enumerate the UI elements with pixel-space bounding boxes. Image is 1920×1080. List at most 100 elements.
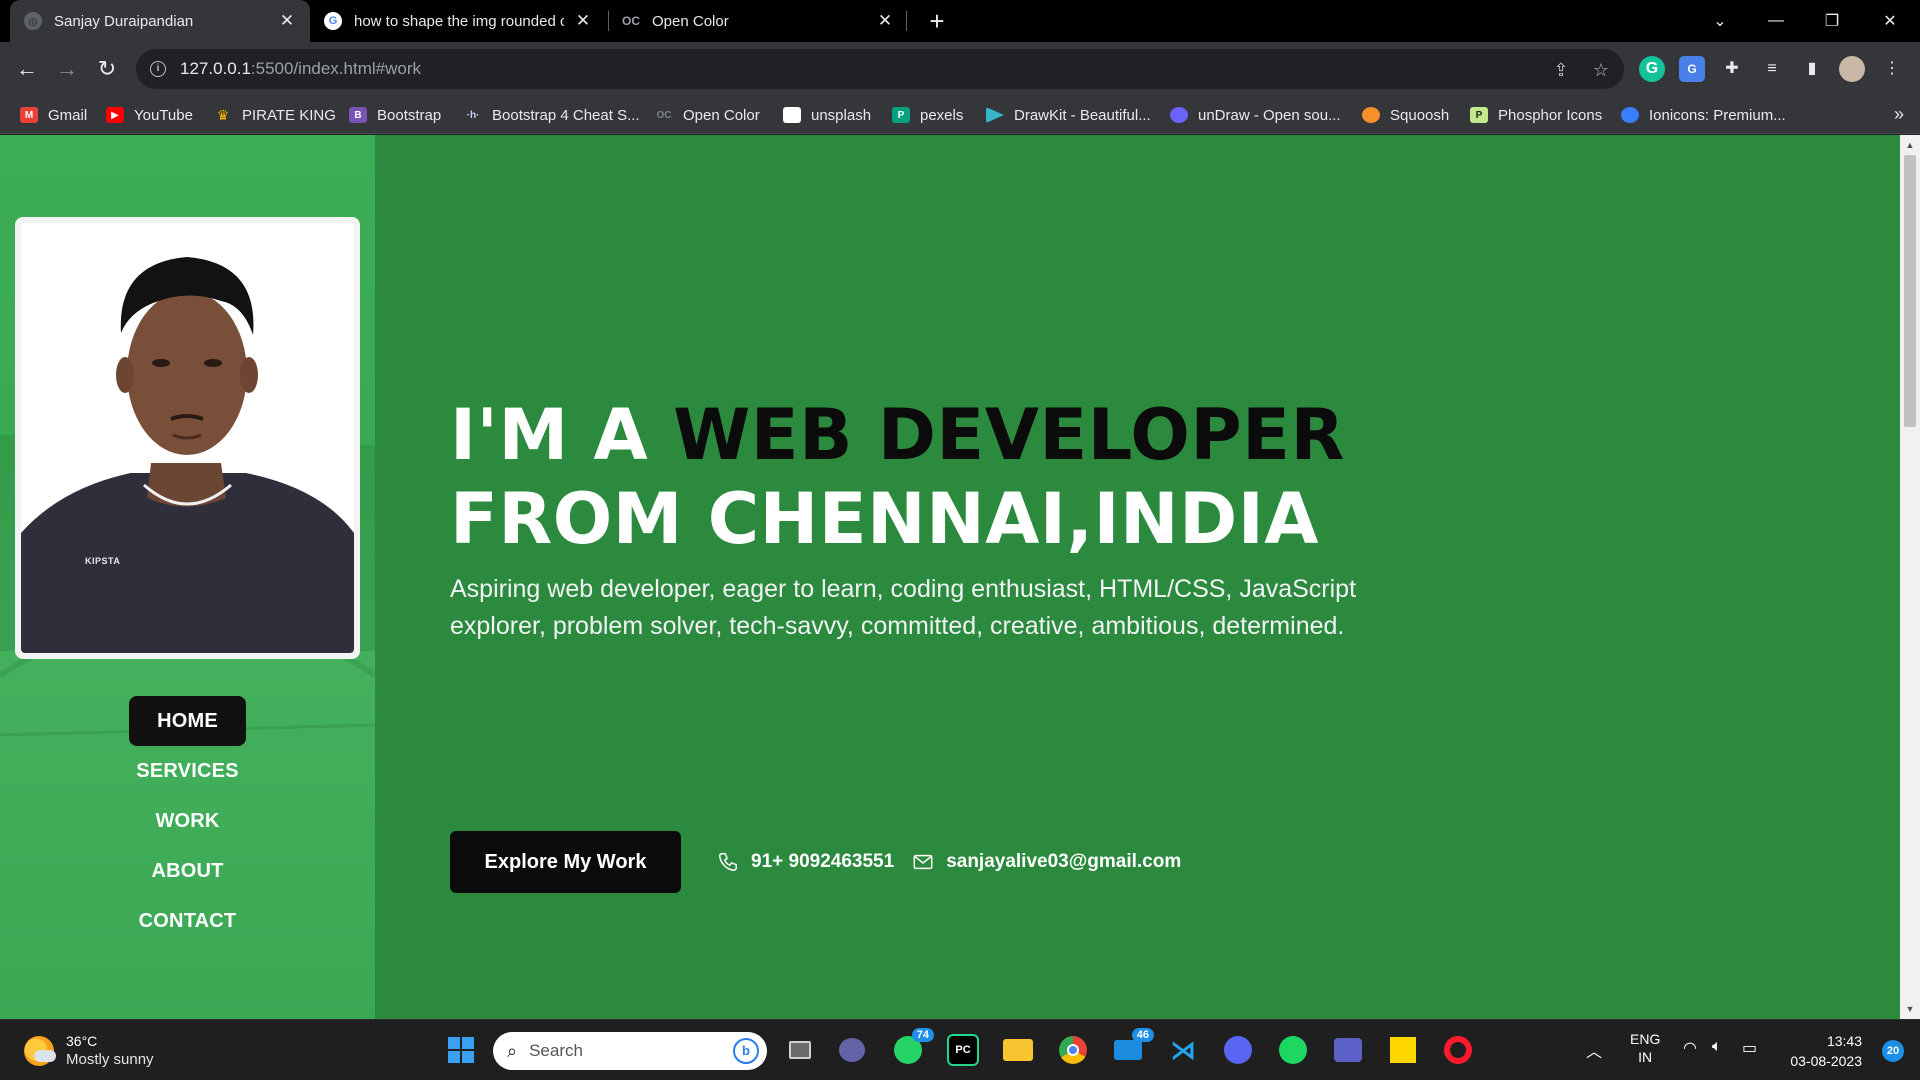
nav-contact[interactable]: CONTACT <box>0 896 375 946</box>
close-window-button[interactable]: ✕ <box>1862 0 1918 42</box>
file-explorer-icon[interactable] <box>1002 1034 1034 1066</box>
bookmark-label: Squoosh <box>1390 106 1450 124</box>
close-tab-icon[interactable]: ✕ <box>876 11 894 31</box>
squoosh-icon <box>1362 107 1380 123</box>
bookmark-drawkit[interactable]: DrawKit - Beautiful... <box>986 104 1151 126</box>
vscode-icon[interactable]: ⋊ <box>1167 1034 1199 1066</box>
windows-taskbar: 36°C Mostly sunny ⌕ Search b 74 PC 46 ⋊ … <box>0 1019 1920 1080</box>
weather-sun-icon <box>24 1035 56 1066</box>
phone-contact[interactable]: 91+ 9092463551 <box>717 851 894 873</box>
volume-icon[interactable]: 🔈︎ <box>1712 1038 1722 1056</box>
extensions-puzzle-icon[interactable]: ✚ <box>1719 56 1745 82</box>
tab-open-color[interactable]: OC Open Color ✕ <box>608 0 908 42</box>
windows-start-icon[interactable] <box>445 1034 477 1066</box>
chrome-icon[interactable] <box>1057 1034 1089 1066</box>
new-tab-button[interactable]: + <box>922 6 952 36</box>
system-clock[interactable]: 13:43 03-08-2023 <box>1790 1031 1862 1071</box>
scrollbar-thumb[interactable] <box>1904 155 1916 427</box>
teams-chat-icon[interactable] <box>836 1034 868 1066</box>
pycharm-icon[interactable]: PC <box>947 1034 979 1066</box>
nav-services[interactable]: SERVICES <box>0 746 375 796</box>
chrome-menu-icon[interactable]: ⋮ <box>1879 56 1905 82</box>
bookmark-pirate-king[interactable]: ♛ PIRATE KING <box>214 104 336 126</box>
tab-sanjay-duraipandian[interactable]: ◍ Sanjay Duraipandian ✕ <box>10 0 310 42</box>
taskbar-search[interactable]: ⌕ Search b <box>493 1032 767 1070</box>
search-icon: ⌕ <box>507 1040 518 1061</box>
mail-icon <box>913 854 933 870</box>
opera-icon[interactable] <box>1442 1034 1474 1066</box>
bing-icon: b <box>733 1038 759 1064</box>
side-panel-icon[interactable]: ▮ <box>1799 56 1825 82</box>
hero-tagline: Aspiring web developer, eager to learn, … <box>450 575 1357 640</box>
bookmark-squoosh[interactable]: Squoosh <box>1362 104 1449 126</box>
tab-google-search[interactable]: G how to shape the img rounded c ✕ <box>310 0 606 42</box>
task-view-icon[interactable] <box>784 1034 816 1066</box>
bookmark-pexels[interactable]: Ppexels <box>892 104 963 126</box>
bookmark-phosphor[interactable]: P Phosphor Icons <box>1470 104 1602 126</box>
bookmark-bootstrap[interactable]: B Bootstrap <box>349 104 441 126</box>
restore-button[interactable]: ❐ <box>1804 0 1860 42</box>
email-address: sanjayalive03@gmail.com <box>946 851 1182 872</box>
mail-icon[interactable]: 46 <box>1112 1028 1154 1066</box>
scroll-up-icon[interactable]: ▲ <box>1900 137 1920 153</box>
back-arrow-icon[interactable]: ← <box>12 54 42 84</box>
teams-icon[interactable] <box>1332 1034 1364 1066</box>
bookmark-label: Phosphor Icons <box>1498 106 1603 124</box>
language-indicator[interactable]: ENG IN <box>1630 1030 1660 1066</box>
weather-widget[interactable]: 36°C Mostly sunny <box>24 1032 154 1069</box>
tab-title: how to shape the img rounded c <box>354 12 564 30</box>
email-contact[interactable]: sanjayalive03@gmail.com <box>912 851 1181 873</box>
nav-work[interactable]: WORK <box>0 796 375 846</box>
bookmark-open-color[interactable]: OC Open Color <box>655 104 760 126</box>
notification-count-badge[interactable]: 20 <box>1882 1040 1904 1062</box>
show-hidden-icons-chevron[interactable]: ︿ <box>1586 1038 1602 1062</box>
explore-work-button[interactable]: Explore My Work <box>450 831 681 893</box>
bookmark-unsplash[interactable]: unsplash <box>783 104 871 126</box>
minimize-button[interactable]: — <box>1748 0 1804 42</box>
profile-avatar[interactable] <box>1839 56 1865 82</box>
tab-separator <box>906 11 907 31</box>
gmail-icon: M <box>20 107 38 123</box>
close-tab-icon[interactable]: ✕ <box>574 11 592 31</box>
bookmark-bootstrap-cheat[interactable]: ·h· Bootstrap 4 Cheat S... <box>464 104 640 126</box>
url-text[interactable]: 127.0.0.1:5500/index.html#work <box>180 59 421 79</box>
site-info-icon[interactable]: i <box>150 61 166 77</box>
profile-photo-frame: KIPSTA <box>15 217 360 659</box>
reload-icon[interactable]: ↻ <box>92 54 122 84</box>
bookmark-undraw[interactable]: unDraw - Open sou... <box>1170 104 1341 126</box>
scroll-down-icon[interactable]: ▼ <box>1900 1001 1920 1017</box>
sticky-notes-icon[interactable] <box>1387 1034 1419 1066</box>
wifi-icon[interactable]: ◠ <box>1683 1038 1697 1058</box>
whatsapp-badge: 74 <box>911 1028 934 1042</box>
grammarly-icon[interactable]: G <box>1639 56 1665 82</box>
reading-list-icon[interactable]: ≡ <box>1759 56 1785 82</box>
bookmark-label: Bootstrap 4 Cheat S... <box>492 106 640 124</box>
phone-number: 91+ 9092463551 <box>751 851 895 872</box>
spotify-icon[interactable] <box>1277 1034 1309 1066</box>
share-icon[interactable]: ⇪ <box>1550 59 1572 81</box>
opencolor-icon: OC <box>656 109 672 121</box>
tab-search-chevron-icon[interactable]: ⌄ <box>1692 0 1748 42</box>
bookmarks-bar: M Gmail ▶ YouTube ♛ PIRATE KING B Bootstrap … <box>0 96 1920 134</box>
bookmark-ionicons[interactable]: Ionicons: Premium... <box>1621 104 1786 126</box>
bookmark-youtube[interactable]: ▶ YouTube <box>106 104 193 126</box>
nav-about[interactable]: ABOUT <box>0 846 375 896</box>
google-translate-icon[interactable]: G <box>1679 56 1705 82</box>
discord-icon[interactable] <box>1222 1034 1254 1066</box>
bookmark-gmail[interactable]: M Gmail <box>20 104 87 126</box>
page-scrollbar[interactable]: ▲ ▼ <box>1900 135 1920 1019</box>
forward-arrow-icon[interactable]: → <box>52 54 82 84</box>
bookmark-star-icon[interactable]: ☆ <box>1590 59 1612 81</box>
whatsapp-icon[interactable]: 74 <box>892 1028 934 1066</box>
undraw-icon <box>1170 107 1188 123</box>
hashnode-icon: ·h· <box>466 109 480 121</box>
more-bookmarks-icon[interactable]: » <box>1894 104 1904 125</box>
headline-prefix: I'M A <box>450 394 674 476</box>
headline-highlight: WEB DEVELOPER <box>673 394 1345 476</box>
close-tab-icon[interactable]: ✕ <box>278 11 296 31</box>
battery-icon[interactable]: ▭ <box>1742 1038 1757 1058</box>
address-bar[interactable]: i 127.0.0.1:5500/index.html#work ⇪ ☆ <box>136 49 1624 89</box>
nav-home[interactable]: HOME <box>129 696 246 746</box>
bookmark-label: PIRATE KING <box>242 106 336 124</box>
bookmark-label: YouTube <box>134 106 193 124</box>
